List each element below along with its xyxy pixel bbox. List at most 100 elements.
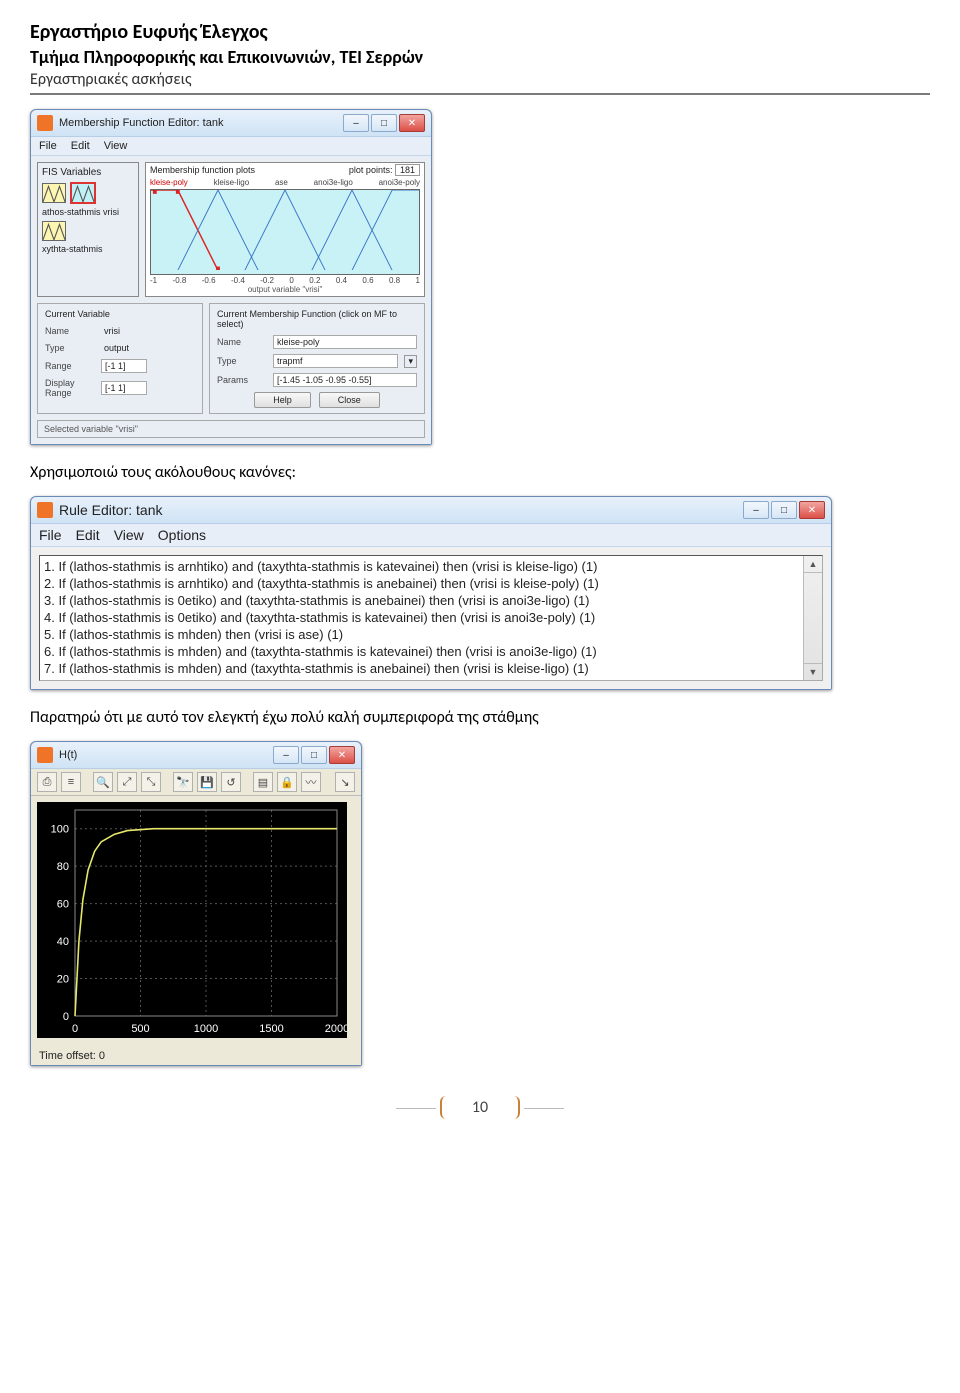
zoom-x-icon[interactable]: ⤢: [117, 772, 137, 792]
minimize-button[interactable]: –: [343, 114, 369, 132]
restore-icon[interactable]: ↺: [221, 772, 241, 792]
rule-item[interactable]: 4. If (lathos-stathmis is 0etiko) and (t…: [42, 609, 820, 626]
rule-item[interactable]: 6. If (lathos-stathmis is mhden) and (ta…: [42, 643, 820, 660]
rule-item[interactable]: 2. If (lathos-stathmis is arnhtiko) and …: [42, 575, 820, 592]
mf-editor-window: Membership Function Editor: tank – □ ✕ F…: [30, 109, 432, 445]
scroll-up-icon[interactable]: ▲: [804, 556, 822, 573]
params-icon[interactable]: ≡: [61, 772, 81, 792]
doc-subtitle: Τμήμα Πληροφορικής και Επικοινωνιών, ΤΕΙ…: [30, 46, 930, 68]
plot-points-value[interactable]: 181: [395, 164, 420, 176]
fis-input2-label: xythta-stathmis: [42, 244, 134, 254]
scrollbar[interactable]: ▲ ▼: [803, 556, 822, 680]
mf-chart[interactable]: [150, 189, 420, 275]
rule-menubar: File Edit View Options: [31, 524, 831, 547]
mf-window-title: Membership Function Editor: tank: [59, 117, 343, 129]
close-button[interactable]: ✕: [399, 114, 425, 132]
maximize-button[interactable]: □: [771, 501, 797, 519]
plot-points-label: plot points:: [349, 165, 393, 175]
fis-output-icon[interactable]: [70, 182, 96, 204]
menu-options[interactable]: Options: [158, 527, 206, 543]
close-panel-button[interactable]: Close: [319, 392, 380, 408]
svg-text:0: 0: [63, 1011, 69, 1023]
cv-heading: Current Variable: [45, 309, 195, 319]
minimize-button[interactable]: –: [743, 501, 769, 519]
doc-title: Εργαστήριο Ευφυής Έλεγχος: [30, 20, 930, 44]
rule-item[interactable]: 1. If (lathos-stathmis is arnhtiko) and …: [42, 558, 820, 575]
zoom-y-icon[interactable]: ⤡: [141, 772, 161, 792]
menu-edit[interactable]: Edit: [71, 140, 90, 152]
cmf-name-label: Name: [217, 337, 267, 347]
cv-name-label: Name: [45, 326, 95, 336]
dropdown-icon[interactable]: ▾: [404, 355, 417, 368]
rule-item[interactable]: 5. If (lathos-stathmis is mhden) then (v…: [42, 626, 820, 643]
cv-type-label: Type: [45, 343, 95, 353]
cv-name-value: vrisi: [101, 325, 145, 337]
minimize-button[interactable]: –: [273, 746, 299, 764]
ht-window-title: H(t): [59, 749, 273, 761]
mf-name-3[interactable]: ase: [275, 178, 288, 187]
scroll-down-icon[interactable]: ▼: [804, 663, 822, 680]
mf-name-1[interactable]: kleise-poly: [150, 178, 188, 187]
print-icon[interactable]: ⎙: [37, 772, 57, 792]
cv-type-value: output: [101, 342, 145, 354]
current-variable-panel: Current Variable Name vrisi Type output Ra…: [37, 303, 203, 414]
mf-name-2[interactable]: kleise-ligo: [214, 178, 250, 187]
maximize-button[interactable]: □: [301, 746, 327, 764]
doc-header: Εργαστήριο Ευφυής Έλεγχος Τμήμα Πληροφορ…: [30, 20, 930, 95]
menu-file[interactable]: File: [39, 527, 62, 543]
menu-view[interactable]: View: [114, 527, 144, 543]
ht-status: Time offset: 0: [31, 1047, 361, 1065]
close-button[interactable]: ✕: [329, 746, 355, 764]
rule-list[interactable]: 1. If (lathos-stathmis is arnhtiko) and …: [39, 555, 823, 681]
fis-input2-icon[interactable]: [42, 221, 66, 241]
rule-window-title: Rule Editor: tank: [59, 502, 743, 518]
menu-file[interactable]: File: [39, 140, 57, 152]
rule-titlebar[interactable]: Rule Editor: tank – □ ✕: [31, 497, 831, 524]
lock-icon[interactable]: 🔒: [277, 772, 297, 792]
svg-text:40: 40: [57, 936, 69, 948]
current-mf-panel: Current Membership Function (click on MF…: [209, 303, 425, 414]
cmf-heading: Current Membership Function (click on MF…: [217, 309, 417, 329]
rule-editor-window: Rule Editor: tank – □ ✕ File Edit View O…: [30, 496, 832, 690]
fis-input1-icon[interactable]: [42, 183, 66, 203]
matlab-icon: [37, 115, 53, 131]
rule-item[interactable]: 7. If (lathos-stathmis is mhden) and (ta…: [42, 660, 820, 677]
mf-x-caption: output variable "vrisi": [150, 285, 420, 294]
cmf-type-label: Type: [217, 356, 267, 366]
para-rules-intro: Χρησιμοποιώ τους ακόλουθους κανόνες:: [30, 463, 930, 482]
close-button[interactable]: ✕: [799, 501, 825, 519]
mf-x-ticks: -1 -0.8 -0.6 -0.4 -0.2 0 0.2 0.4 0.6 0.8…: [150, 276, 420, 285]
ht-titlebar[interactable]: H(t) – □ ✕: [31, 742, 361, 769]
cmf-name-value[interactable]: kleise-poly: [273, 335, 417, 349]
signal-icon[interactable]: 〰: [301, 772, 321, 792]
matlab-icon: [37, 502, 53, 518]
svg-text:0: 0: [72, 1023, 78, 1035]
svg-text:1000: 1000: [194, 1023, 218, 1035]
ht-toolbar: ⎙ ≡ 🔍 ⤢ ⤡ 🔭 💾 ↺ ▤ 🔒 〰 ↘: [31, 769, 361, 796]
save-icon[interactable]: 💾: [197, 772, 217, 792]
mf-plot-panel: Membership function plots plot points: 1…: [145, 162, 425, 297]
cv-range-label: Range: [45, 361, 95, 371]
maximize-button[interactable]: □: [371, 114, 397, 132]
rule-item[interactable]: 3. If (lathos-stathmis is 0etiko) and (t…: [42, 592, 820, 609]
float-icon[interactable]: ▤: [253, 772, 273, 792]
help-button[interactable]: Help: [254, 392, 311, 408]
zoom-in-icon[interactable]: 🔍: [93, 772, 113, 792]
cmf-type-value[interactable]: trapmf: [273, 354, 398, 368]
autoscale-icon[interactable]: 🔭: [173, 772, 193, 792]
mf-name-5[interactable]: anoi3e-poly: [379, 178, 420, 187]
ht-window: H(t) – □ ✕ ⎙ ≡ 🔍 ⤢ ⤡ 🔭 💾 ↺ ▤ 🔒 〰 ↘: [30, 741, 362, 1066]
svg-text:1500: 1500: [259, 1023, 283, 1035]
expand-icon[interactable]: ↘: [335, 772, 355, 792]
svg-text:60: 60: [57, 899, 69, 911]
mf-titlebar[interactable]: Membership Function Editor: tank – □ ✕: [31, 110, 431, 137]
fis-variables-panel: FIS Variables athos-stathmis vrisi: [37, 162, 139, 297]
mf-name-4[interactable]: anoi3e-ligo: [314, 178, 353, 187]
menu-view[interactable]: View: [104, 140, 128, 152]
cv-range-value[interactable]: [-1 1]: [101, 359, 147, 373]
ht-plot[interactable]: 0500100015002000020406080100: [37, 802, 347, 1038]
menu-edit[interactable]: Edit: [76, 527, 100, 543]
cmf-params-value[interactable]: [-1.45 -1.05 -0.95 -0.55]: [273, 373, 417, 387]
para-observation: Παρατηρώ ότι με αυτό τον ελεγκτή έχω πολ…: [30, 708, 930, 727]
cv-disprange-value[interactable]: [-1 1]: [101, 381, 147, 395]
